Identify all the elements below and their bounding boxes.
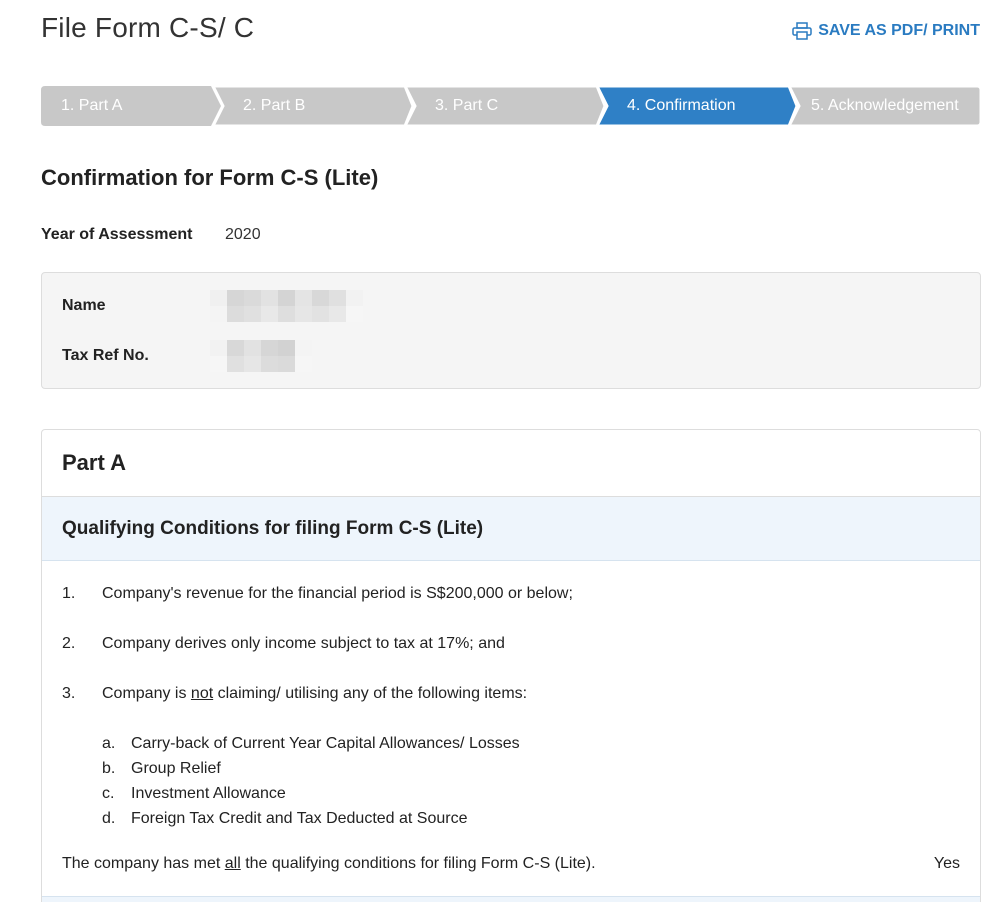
step-label: 3. Part C (435, 97, 499, 114)
qualifying-statement: The company has met all the qualifying c… (62, 855, 596, 873)
year-of-assessment-row: Year of Assessment 2020 (41, 226, 261, 244)
condition-text: Company's revenue for the financial peri… (102, 585, 573, 602)
tax-ref-label: Tax Ref No. (62, 347, 149, 364)
statement-emphasis: all (224, 855, 241, 872)
step-confirmation[interactable]: 4. Confirmation (597, 86, 797, 126)
condition-item: 1. Company's revenue for the financial p… (62, 585, 573, 603)
condition-number: 1. (62, 585, 76, 602)
sub-item: b. Group Relief (102, 760, 221, 778)
condition-item: 2. Company derives only income subject t… (62, 635, 505, 653)
part-a-card: Part A Qualifying Conditions for filing … (41, 429, 981, 902)
step-label: 5. Acknowledgement (811, 97, 959, 114)
sub-item-letter: b. (102, 760, 116, 777)
sub-item-text: Group Relief (131, 760, 221, 777)
step-label: 4. Confirmation (627, 97, 736, 114)
yoa-value: 2020 (225, 226, 261, 243)
condition-text: Company derives only income subject to t… (102, 635, 505, 652)
name-value-redacted-2 (210, 306, 363, 322)
name-label: Name (62, 297, 106, 314)
step-acknowledgement[interactable]: 5. Acknowledgement (789, 86, 981, 126)
step-part-b[interactable]: 2. Part B (213, 86, 413, 126)
step-part-c[interactable]: 3. Part C (405, 86, 605, 126)
step-label: 1. Part A (61, 97, 123, 114)
condition-number: 2. (62, 635, 76, 652)
sub-item: c. Investment Allowance (102, 785, 286, 803)
qualifying-statement-row: The company has met all the qualifying c… (62, 855, 960, 873)
qualifying-answer: Yes (933, 855, 960, 872)
sub-item: a. Carry-back of Current Year Capital Al… (102, 735, 520, 753)
condition-item: 3. Company is not claiming/ utilising an… (62, 685, 527, 703)
sub-item-letter: d. (102, 810, 116, 827)
condition-text: Company is not claiming/ utilising any o… (102, 685, 527, 703)
condition-emphasis: not (190, 685, 214, 702)
condition-text-end: claiming/ utilising any of the following… (213, 685, 528, 702)
statement-end: the qualifying conditions for filing For… (240, 855, 596, 872)
page-title: File Form C-S/ C (41, 12, 255, 43)
qualifying-conditions-header: Qualifying Conditions for filing Form C-… (42, 497, 980, 561)
part-a-title: Part A (42, 430, 980, 497)
printer-icon (792, 22, 812, 40)
sub-item-letter: c. (102, 785, 115, 802)
condition-text-start: Company is (102, 685, 191, 702)
sub-item: d. Foreign Tax Credit and Tax Deducted a… (102, 810, 468, 828)
sub-item-text: Foreign Tax Credit and Tax Deducted at S… (131, 810, 468, 827)
sub-item-text: Investment Allowance (131, 785, 286, 802)
name-value-redacted (210, 290, 363, 306)
step-part-a[interactable]: 1. Part A (41, 86, 221, 126)
confirmation-title: Confirmation for Form C-S (Lite) (41, 165, 379, 190)
tax-ref-value-redacted (210, 340, 312, 356)
tax-ref-value-redacted-2 (210, 356, 312, 372)
next-section-strip (42, 896, 980, 902)
progress-stepper: 1. Part A 2. Part B 3. Part C 4. Confirm… (41, 86, 981, 126)
sub-item-letter: a. (102, 735, 116, 752)
statement-start: The company has met (62, 855, 225, 872)
step-label: 2. Part B (243, 97, 306, 114)
taxpayer-info-box: Name Tax Ref No. (41, 272, 981, 389)
condition-number: 3. (62, 685, 76, 702)
save-pdf-print-label: SAVE AS PDF/ PRINT (818, 22, 980, 39)
save-pdf-print-button[interactable]: SAVE AS PDF/ PRINT (792, 22, 980, 40)
sub-item-text: Carry-back of Current Year Capital Allow… (131, 735, 520, 752)
yoa-label: Year of Assessment (41, 226, 193, 243)
